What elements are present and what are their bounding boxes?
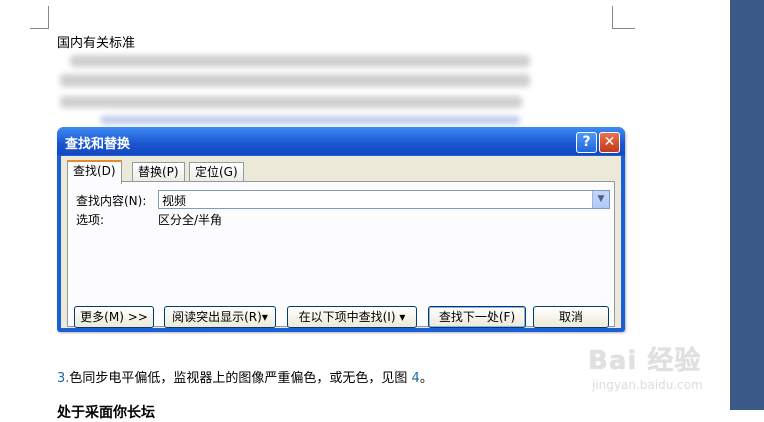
find-what-label: 查找内容(N): <box>76 194 147 208</box>
tab-find[interactable]: 查找(D) <box>67 160 122 184</box>
tab-goto[interactable]: 定位(G) <box>189 162 244 182</box>
more-button[interactable]: 更多(M) >> <box>74 306 154 328</box>
dialog-title: 查找和替换 <box>65 137 131 152</box>
cut-off-heading: 处于采面你长坛 <box>57 405 155 421</box>
document-heading: 国内有关标准 <box>57 36 136 51</box>
dialog-client: 查找(D) 替换(P) 定位(G) 查找内容(N): 视频 ▼ 选项: 区分全/… <box>61 156 621 328</box>
dialog-titlebar[interactable]: 查找和替换 ? ✕ <box>57 127 625 155</box>
watermark-logo: Bai 经验 <box>588 346 702 376</box>
window-gutter <box>730 0 764 410</box>
watermark: Bai 经验 jingyan.baidu.com <box>588 340 728 400</box>
blurred-text <box>60 74 530 87</box>
find-replace-dialog: 查找和替换 ? ✕ 查找(D) 替换(P) 定位(G) 查找内容(N): 视频 … <box>57 127 625 332</box>
tab-replace[interactable]: 替换(P) <box>132 162 185 182</box>
figure-number: 4 <box>411 371 420 386</box>
find-in-button[interactable]: 在以下项中查找(I) ▾ <box>287 306 417 328</box>
paragraph-number: 3. <box>57 371 70 386</box>
find-what-value: 视频 <box>162 194 187 208</box>
blurred-text <box>60 96 522 108</box>
cancel-button[interactable]: 取消 <box>533 306 609 328</box>
page-corner-mark <box>30 6 49 29</box>
blurred-text <box>100 116 520 124</box>
reading-highlight-button[interactable]: 阅读突出显示(R)▾ <box>164 306 276 328</box>
paragraph-end: 。 <box>419 371 433 386</box>
close-icon[interactable]: ✕ <box>599 132 620 153</box>
watermark-url: jingyan.baidu.com <box>592 378 703 392</box>
find-what-input[interactable]: 视频 ▼ <box>158 190 610 209</box>
chevron-down-icon[interactable]: ▼ <box>592 191 609 208</box>
find-next-button[interactable]: 查找下一处(F) <box>428 306 526 328</box>
page-corner-mark <box>612 6 635 29</box>
options-value: 区分全/半角 <box>158 213 223 227</box>
help-icon[interactable]: ? <box>576 132 597 153</box>
options-label: 选项: <box>76 213 105 227</box>
paragraph-text: 色同步电平偏低，监视器上的图像严重偏色，或无色，见图 <box>69 371 412 386</box>
blurred-text <box>70 55 530 67</box>
document-paragraph: 3.色同步电平偏低，监视器上的图像严重偏色，或无色，见图 4。 <box>57 367 433 386</box>
